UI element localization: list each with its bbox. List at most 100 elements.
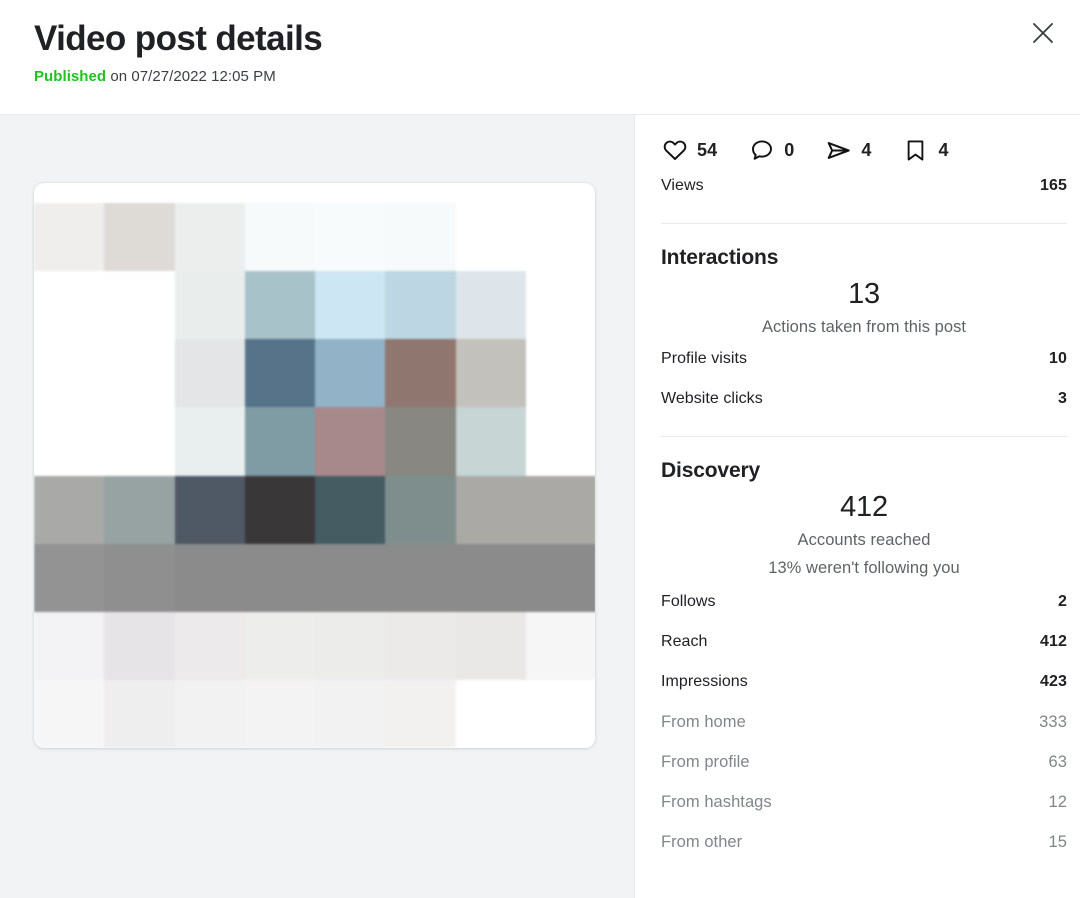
thumbnail-pixel [244, 543, 315, 612]
metric-row: From profile 63 [661, 753, 1067, 793]
saves-count: 4 [938, 139, 949, 160]
video-thumbnail-card[interactable] [34, 183, 595, 748]
thumbnail-pixel [104, 407, 175, 476]
metric-label: From profile [661, 753, 750, 771]
metric-row: Impressions 423 [661, 673, 1067, 713]
thumbnail-pixel [174, 339, 245, 408]
discovery-caption: Accounts reached [797, 531, 931, 549]
discovery-list: Follows 2 Reach 412 Impressions 423 From home 3… [661, 593, 1067, 873]
thumbnail-pixel [34, 475, 105, 544]
metric-value: 3 [1058, 390, 1067, 407]
heart-icon [661, 137, 688, 164]
metric-value: 63 [1048, 753, 1067, 771]
thumbnail-pixel [104, 475, 175, 544]
thumbnail-pixel [385, 611, 456, 680]
thumbnail-pixel [174, 407, 245, 476]
metric-label: Follows [661, 593, 716, 610]
thumbnail-pixel [244, 475, 315, 544]
divider-discovery [661, 436, 1067, 437]
thumbnail-pixel [104, 271, 175, 340]
metric-value: 423 [1040, 673, 1067, 690]
thumbnail-pixel [315, 271, 386, 340]
thumbnail-pixel [34, 339, 105, 408]
thumbnail-pixel [315, 339, 386, 408]
metric-row: From hashtags 12 [661, 793, 1067, 833]
saves-stat[interactable]: 4 [902, 137, 949, 164]
thumbnail-pixel [34, 611, 105, 680]
thumbnail-pixel [525, 679, 595, 748]
thumbnail-pixel [174, 203, 245, 272]
metric-value: 12 [1048, 793, 1067, 811]
likes-stat[interactable]: 54 [661, 137, 717, 164]
likes-count: 54 [697, 139, 718, 160]
thumbnail-pixel [385, 407, 456, 476]
thumbnail-pixel [455, 475, 526, 544]
metric-row: From other 15 [661, 833, 1067, 873]
thumbnail-pixel [455, 203, 526, 272]
thumbnail-pixel [385, 543, 456, 612]
metric-value: 10 [1049, 350, 1067, 367]
metric-value: 2 [1058, 593, 1067, 610]
thumbnail-pixel [174, 271, 245, 340]
metric-label: From home [661, 713, 746, 731]
stats-pane: 54 0 4 4 Views 165 Interactions 13 Actions … [635, 115, 1080, 898]
thumbnail-pixel [244, 611, 315, 680]
discovery-follower-note: 13% weren't following you [768, 559, 960, 577]
thumbnail-pixel [455, 271, 526, 340]
metric-row: Profile visits 10 [661, 350, 1067, 390]
thumbnail-pixel [244, 679, 315, 748]
close-button[interactable] [1020, 10, 1066, 56]
comment-icon [748, 137, 775, 164]
thumbnail-pixel [174, 611, 245, 680]
status-badge: Published [34, 68, 107, 85]
thumbnail-pixel [315, 475, 386, 544]
thumbnail-pixel [174, 475, 245, 544]
interactions-total: 13 [848, 278, 880, 310]
interactions-list: Profile visits 10 Website clicks 3 [661, 350, 1067, 430]
thumbnail-pixel [315, 679, 386, 748]
thumbnail-pixel [315, 543, 386, 612]
comments-stat[interactable]: 0 [748, 137, 794, 164]
video-post-details-dialog: Video post details Published on 07/27/20… [0, 0, 1080, 898]
thumbnail-pixel [525, 543, 595, 612]
views-row: Views 165 [661, 177, 1067, 217]
thumbnail-pixel [455, 679, 526, 748]
dialog-header: Video post details Published on 07/27/20… [0, 0, 1080, 115]
shares-count: 4 [861, 139, 872, 160]
shares-stat[interactable]: 4 [825, 137, 871, 164]
published-timestamp: on 07/27/2022 12:05 PM [110, 68, 276, 85]
metric-label: Impressions [661, 673, 748, 690]
thumbnail-pixel [315, 203, 386, 272]
media-pane [0, 115, 635, 898]
thumbnail-pixel [385, 679, 456, 748]
video-thumbnail-image [34, 203, 595, 748]
thumbnail-pixel [34, 271, 105, 340]
thumbnail-pixel [244, 203, 315, 272]
metric-row: Website clicks 3 [661, 390, 1067, 430]
metric-value: 15 [1048, 833, 1067, 851]
thumbnail-pixel [244, 339, 315, 408]
engagement-summary: 54 0 4 4 [661, 115, 1067, 177]
dialog-body: 54 0 4 4 Views 165 Interactions 13 Actions … [0, 115, 1080, 898]
share-icon [825, 137, 852, 164]
discovery-title: Discovery [661, 459, 761, 482]
thumbnail-pixel [525, 407, 595, 476]
discovery-total: 412 [840, 491, 888, 523]
comments-count: 0 [784, 139, 795, 160]
thumbnail-pixel [525, 475, 595, 544]
thumbnail-pixel [34, 203, 105, 272]
metric-label: From other [661, 833, 743, 851]
thumbnail-pixel [525, 203, 595, 272]
metric-label: From hashtags [661, 793, 772, 811]
thumbnail-pixel [244, 407, 315, 476]
thumbnail-pixel [104, 679, 175, 748]
thumbnail-pixel [385, 271, 456, 340]
thumbnail-pixel [385, 203, 456, 272]
thumbnail-pixel [104, 203, 175, 272]
thumbnail-pixel [315, 611, 386, 680]
publish-status: Published on 07/27/2022 12:05 PM [34, 67, 1046, 87]
close-icon [1030, 20, 1056, 46]
divider-interactions [661, 223, 1067, 224]
thumbnail-pixel [174, 543, 245, 612]
thumbnail-pixel [104, 339, 175, 408]
